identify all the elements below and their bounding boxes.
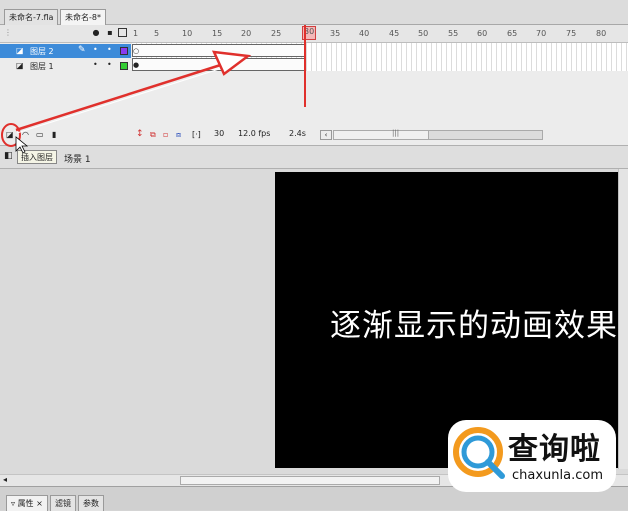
watermark: 查询啦 chaxunla.com <box>448 420 616 492</box>
pointer-arrow-line <box>15 60 231 132</box>
watermark-name: 查询啦 <box>508 432 601 467</box>
watermark-url: chaxunla.com <box>512 468 603 483</box>
search-icon <box>453 427 505 479</box>
pointer-arrow-line-inner <box>16 64 233 134</box>
arrow-head-icon <box>211 50 252 76</box>
cursor-icon <box>15 136 29 154</box>
